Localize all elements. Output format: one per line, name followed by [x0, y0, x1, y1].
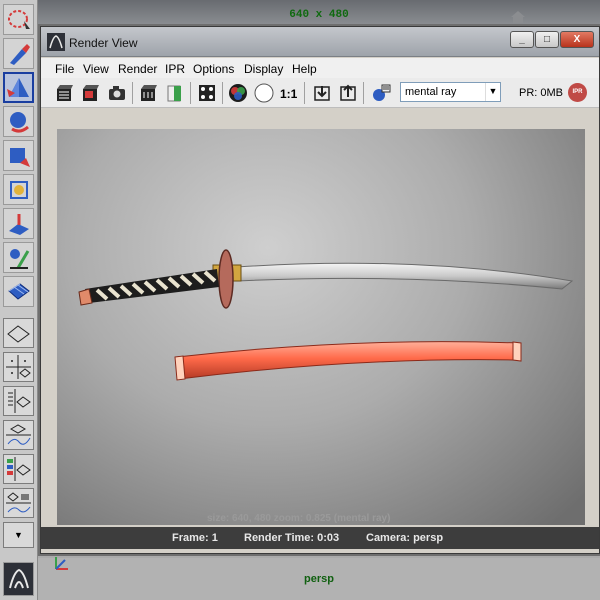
toolbar-separator [304, 82, 305, 104]
four-view-layout-icon[interactable] [3, 352, 34, 382]
single-perspective-layout-icon[interactable] [3, 318, 34, 348]
real-size-button[interactable]: 1:1 [280, 87, 297, 101]
camera-name-label: persp [304, 573, 334, 585]
view-axis-icon [55, 557, 68, 570]
render-region-icon[interactable] [80, 82, 102, 104]
menu-help[interactable]: Help [292, 62, 317, 76]
soft-modification-icon[interactable] [3, 208, 34, 239]
sword-tsuba [218, 249, 234, 309]
keep-image-icon[interactable] [164, 82, 186, 104]
window-title: Render View [69, 36, 138, 50]
sword-blade [236, 262, 574, 290]
menu-bar: File View Render IPR Options Display Hel… [41, 58, 599, 78]
render-time-label: Render Time: 0:03 [244, 532, 340, 544]
tool-shelf: ▼ [0, 0, 38, 600]
minimize-button[interactable]: _ [510, 31, 534, 48]
renderer-value: mental ray [405, 86, 457, 98]
render-toolbar: 1:1 mental ray ▼ PR: 0MB IPR [41, 78, 599, 108]
layout-dropdown-button[interactable]: ▼ [3, 522, 34, 548]
display-alpha-channel-icon[interactable] [253, 82, 275, 104]
chevron-down-icon[interactable]: ▼ [485, 83, 500, 101]
universal-manipulator-icon[interactable] [3, 174, 34, 205]
ipr-badge-icon[interactable]: IPR [568, 83, 587, 102]
maya-app-icon [47, 33, 65, 51]
menu-view[interactable]: View [83, 62, 109, 76]
paint-select-icon[interactable] [3, 38, 34, 69]
menu-display[interactable]: Display [244, 62, 283, 76]
outliner-perspective-layout-icon[interactable] [3, 386, 34, 416]
maximize-button[interactable]: □ [535, 31, 559, 48]
render-settings-icon[interactable] [370, 82, 392, 104]
lasso-select-icon[interactable] [3, 4, 34, 35]
hypershade-layout-icon[interactable] [3, 454, 34, 484]
sword-scabbard [176, 341, 518, 380]
render-sequence-icon[interactable] [138, 82, 160, 104]
show-manipulator-icon[interactable] [3, 242, 34, 273]
toolbar-separator [222, 82, 223, 104]
title-bar[interactable]: Render View _ □ X [41, 27, 599, 57]
snapshot-camera-icon[interactable] [106, 82, 128, 104]
rotate-tool-icon[interactable] [3, 106, 34, 137]
move-tool-icon[interactable] [3, 72, 34, 103]
redo-previous-render-icon[interactable] [54, 82, 76, 104]
home-icon[interactable] [510, 10, 526, 24]
scale-tool-icon[interactable] [3, 140, 34, 171]
menu-render[interactable]: Render [118, 62, 157, 76]
toolbar-separator [132, 82, 133, 104]
close-button[interactable]: X [560, 31, 594, 48]
camera-label: Camera: persp [366, 532, 444, 544]
render-status-bar: Frame: 1 Render Time: 0:03 Camera: persp [41, 527, 599, 549]
remove-image-icon[interactable] [196, 82, 218, 104]
render-info-label: size: 640, 480 zoom: 0.825 (mental ray) [207, 513, 391, 524]
renderer-dropdown[interactable]: mental ray ▼ [400, 82, 501, 102]
render-view-window: Render View _ □ X File View Render IPR O… [40, 26, 600, 554]
toolbar-separator [363, 82, 364, 104]
frame-label: Frame: 1 [172, 532, 218, 544]
graph-editor-layout-icon[interactable] [3, 420, 34, 450]
render-frame: size: 640, 480 zoom: 0.825 (mental ray) … [41, 109, 599, 553]
open-image-icon[interactable] [311, 82, 333, 104]
menu-options[interactable]: Options [193, 62, 234, 76]
toolbar-separator [190, 82, 191, 104]
memory-usage-label: PR: 0MB [519, 87, 564, 99]
menu-ipr[interactable]: IPR [165, 62, 185, 76]
maya-logo-icon [3, 562, 34, 596]
last-tool-icon[interactable] [3, 276, 34, 307]
menu-file[interactable]: File [55, 62, 74, 76]
save-image-icon[interactable] [337, 82, 359, 104]
display-rgb-channels-icon[interactable] [227, 82, 249, 104]
dope-sheet-layout-icon[interactable] [3, 488, 34, 518]
rendered-image[interactable]: size: 640, 480 zoom: 0.825 (mental ray) [57, 129, 585, 525]
